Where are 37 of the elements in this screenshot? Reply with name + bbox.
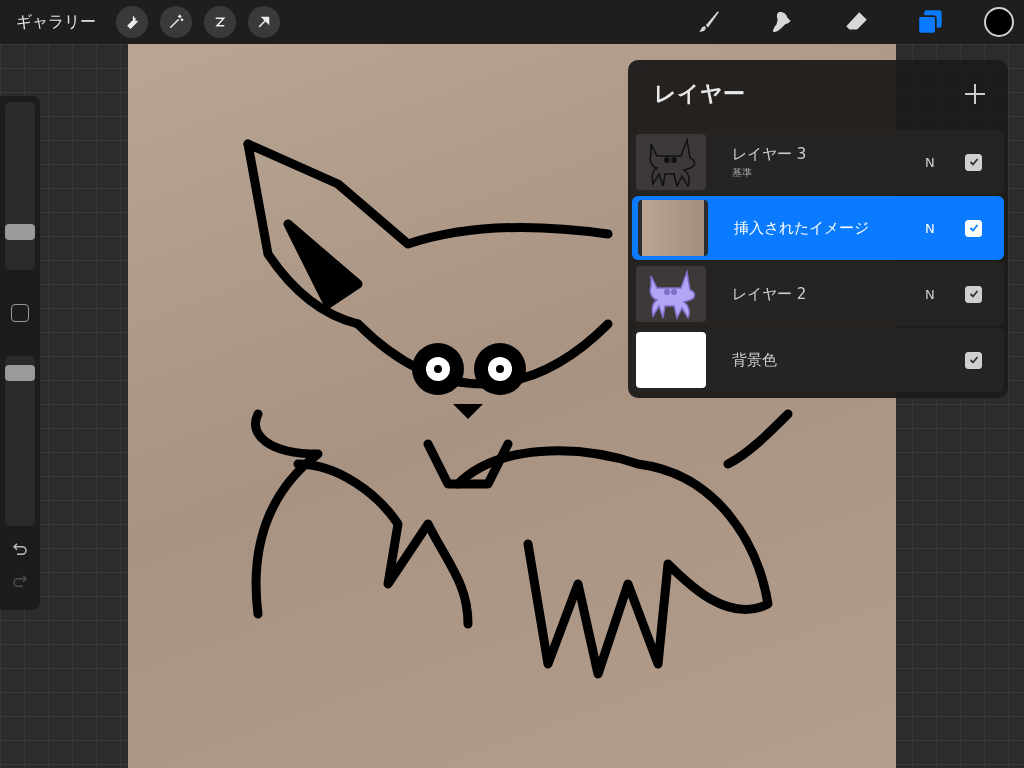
opacity-slider[interactable] bbox=[5, 356, 35, 526]
visibility-checkbox[interactable] bbox=[965, 285, 982, 303]
transform-button[interactable] bbox=[248, 6, 280, 38]
panel-title: レイヤー bbox=[654, 80, 745, 108]
color-button[interactable] bbox=[984, 7, 1014, 37]
wand-button[interactable] bbox=[160, 6, 192, 38]
brush-size-slider[interactable] bbox=[5, 102, 35, 270]
checkmark-icon bbox=[968, 223, 979, 233]
slider-thumb[interactable] bbox=[5, 223, 35, 240]
layer-name: レイヤー 3 bbox=[732, 144, 808, 164]
blend-mode-label[interactable]: N bbox=[925, 286, 965, 302]
blend-mode-label[interactable]: N bbox=[925, 220, 965, 236]
checkmark-icon bbox=[968, 289, 979, 299]
layer-row[interactable]: レイヤー 3 基準 N bbox=[632, 130, 1004, 194]
checkmark-icon bbox=[968, 355, 979, 365]
layers-icon bbox=[916, 8, 944, 36]
modify-button[interactable] bbox=[11, 304, 29, 322]
layer-thumbnail bbox=[638, 200, 708, 256]
layer-name: レイヤー 2 bbox=[732, 284, 808, 304]
wrench-button[interactable] bbox=[116, 6, 148, 38]
visibility-checkbox[interactable] bbox=[965, 351, 982, 369]
layer-row[interactable]: レイヤー 2 N bbox=[632, 262, 1004, 326]
magic-wand-icon bbox=[167, 13, 185, 31]
layer-row[interactable]: 挿入されたイメージ N bbox=[632, 196, 1004, 260]
undo-button[interactable] bbox=[11, 540, 29, 558]
layer-mask-label: 基準 bbox=[732, 165, 753, 180]
add-layer-button[interactable] bbox=[964, 83, 986, 105]
layer-row[interactable]: 背景色 bbox=[632, 328, 1004, 392]
blend-mode-label[interactable]: N bbox=[925, 154, 965, 170]
checkmark-icon bbox=[968, 157, 979, 167]
visibility-checkbox[interactable] bbox=[965, 153, 982, 171]
layer-name: 背景色 bbox=[732, 350, 778, 370]
selection-button[interactable] bbox=[204, 6, 236, 38]
layer-thumbnail bbox=[636, 332, 706, 388]
gallery-button[interactable]: ギャラリー bbox=[16, 11, 96, 33]
slider-thumb[interactable] bbox=[5, 365, 35, 382]
layer-name: 挿入されたイメージ bbox=[734, 218, 870, 238]
